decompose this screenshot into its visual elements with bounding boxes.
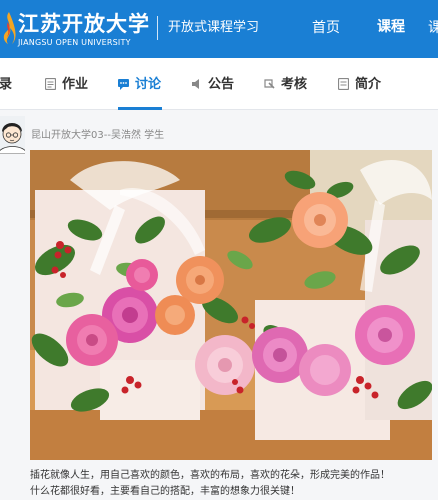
tab-homework-label: 作业	[62, 77, 89, 92]
tab-assessment-label: 考核	[281, 77, 308, 92]
tab-assessment[interactable]: 考核	[264, 76, 307, 94]
course-tab-bar: 录 作业 讨论 公告 考核 简介	[0, 58, 438, 110]
nav-course-link[interactable]: 课程	[377, 18, 405, 36]
tab-record-label: 录	[0, 77, 13, 92]
post-caption-line-2: 什么花都很好看，主要看自己的搭配，丰富的想象力很关键！	[30, 486, 300, 497]
tab-announcement[interactable]: 公告	[191, 76, 234, 94]
flower-arrangement-photo[interactable]	[30, 150, 432, 460]
flame-logo-icon	[3, 12, 16, 44]
post-caption-line-1: 插花就像人生，用自己喜欢的颜色，喜欢的布局，喜欢的花朵，形成完美的作品！	[30, 470, 390, 481]
logo-english-name: JIANGSU OPEN UNIVERSITY	[18, 38, 131, 47]
announcement-icon	[192, 78, 199, 89]
post-author: 昆山开放大学03--吴浩然 学生	[31, 130, 165, 141]
tab-discussion-label: 讨论	[135, 77, 162, 92]
tab-record[interactable]: 录	[0, 76, 12, 94]
intro-icon	[338, 77, 349, 90]
nav-more-link[interactable]: 课	[428, 19, 438, 37]
tab-announcement-label: 公告	[208, 77, 235, 92]
header-divider	[157, 16, 158, 40]
discussion-icon	[118, 78, 129, 90]
flower-photo-image	[30, 150, 432, 460]
logo-chinese-name: 江苏开放大学	[18, 12, 150, 36]
top-header: 江苏开放大学 JIANGSU OPEN UNIVERSITY 开放式课程学习 首…	[0, 0, 438, 58]
header-slogan: 开放式课程学习	[168, 20, 260, 35]
author-avatar[interactable]	[0, 116, 25, 154]
cartoon-avatar-icon	[0, 116, 25, 154]
university-logo[interactable]: 江苏开放大学 JIANGSU OPEN UNIVERSITY	[0, 8, 160, 50]
tab-intro-label: 简介	[355, 77, 382, 92]
tab-discussion[interactable]: 讨论	[118, 76, 161, 94]
homework-icon	[45, 77, 56, 90]
tab-homework[interactable]: 作业	[45, 76, 88, 94]
tab-intro[interactable]: 简介	[338, 76, 381, 94]
nav-home-link[interactable]: 首页	[312, 19, 340, 37]
assessment-icon	[264, 78, 275, 89]
